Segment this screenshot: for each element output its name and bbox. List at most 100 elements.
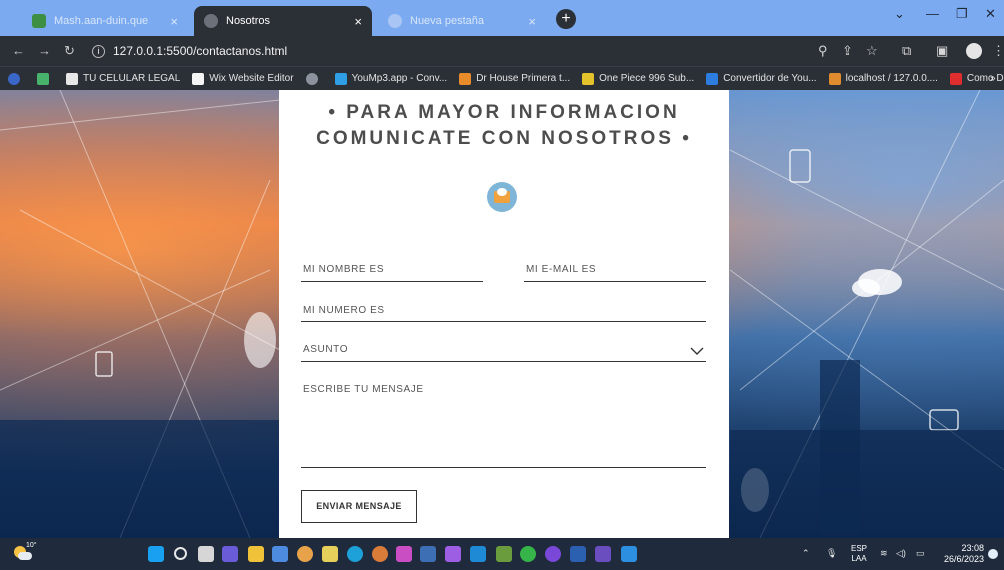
title-line-2: COMUNICATE CON NOSOTROS • — [316, 128, 692, 149]
sidepanel-icon[interactable]: ▣ — [936, 43, 948, 59]
share-icon[interactable]: ⇪ — [842, 43, 853, 59]
clock-time: 23:08 — [961, 543, 984, 553]
tab-close-icon[interactable]: × — [528, 14, 536, 29]
email-field[interactable]: MI E-MAIL ES — [524, 260, 706, 282]
bookmark-label: TU CELULAR LEGAL — [83, 73, 181, 84]
site-info-icon[interactable]: i — [92, 44, 105, 58]
phone-field-label: MI NUMERO ES — [303, 305, 385, 316]
address-bar[interactable]: i 127.0.0.1:5500/contactanos.html — [92, 40, 872, 62]
tab-title: Mash.aan-duin.que — [54, 15, 149, 27]
browser-toolbar: ← → ↻ i 127.0.0.1:5500/contactanos.html … — [0, 36, 1004, 66]
language-indicator[interactable]: ESP LAA — [851, 544, 867, 564]
reload-icon[interactable]: ↻ — [64, 43, 75, 59]
globe-icon — [204, 14, 218, 28]
tab-inactive-1[interactable]: Mash.aan-duin.que × — [22, 6, 188, 36]
tab-inactive-new[interactable]: Nueva pestaña × — [378, 6, 546, 36]
whatsapp-icon[interactable] — [520, 546, 536, 562]
firefox-icon[interactable] — [372, 546, 388, 562]
phone-field[interactable]: MI NUMERO ES — [301, 301, 706, 322]
zoom-icon[interactable]: ⚲ — [818, 43, 828, 59]
title-line-1: • PARA MAYOR INFORMACION — [328, 102, 680, 123]
bookmark-item[interactable]: YouMp3.app - Conv... — [334, 72, 447, 85]
name-field[interactable]: MI NOMBRE ES — [301, 260, 483, 282]
notification-icon[interactable] — [988, 549, 998, 559]
bookmark-item[interactable]: Wix Website Editor — [192, 72, 294, 85]
tab-search-chevron-icon[interactable]: ⌄ — [894, 6, 905, 22]
restore-icon[interactable]: ❐ — [956, 6, 968, 22]
tab-close-icon[interactable]: × — [170, 14, 178, 29]
bookmark-app-icon[interactable] — [8, 72, 25, 85]
converter-icon — [706, 72, 719, 85]
back-icon[interactable]: ← — [12, 43, 25, 58]
tab-close-icon[interactable]: × — [354, 14, 362, 29]
phone-icon — [66, 72, 78, 85]
bookmark-item[interactable]: localhost / 127.0.0.... — [828, 72, 938, 85]
bookmark-label: Convertidor de You... — [723, 73, 817, 84]
arrow-icon — [37, 72, 49, 85]
bookmark-label: localhost / 127.0.0.... — [845, 73, 938, 84]
tab-favicon — [32, 14, 46, 28]
bookmark-star-icon[interactable]: ☆ — [866, 43, 878, 59]
message-textarea[interactable]: ESCRIBE TU MENSAJE — [301, 380, 706, 468]
tab-strip: Mash.aan-duin.que × Nosotros × Nueva pes… — [0, 0, 1004, 36]
weather-widget[interactable]: 10° — [12, 542, 37, 563]
tray-overflow-icon[interactable]: ⌃ — [802, 548, 810, 559]
bookmark-item[interactable]: TU CELULAR LEGAL — [66, 72, 181, 85]
email-field-label: MI E-MAIL ES — [526, 264, 597, 275]
chevron-down-icon[interactable] — [690, 344, 704, 359]
clock-date: 26/6/2023 — [943, 554, 984, 564]
task-view-icon[interactable] — [198, 546, 214, 562]
subject-select[interactable]: ASUNTO — [301, 340, 706, 362]
address-text: 127.0.0.1:5500/contactanos.html — [113, 44, 288, 58]
microphone-icon[interactable]: 🎙 — [826, 548, 837, 559]
menu-kebab-icon[interactable]: ⋮ — [992, 43, 1004, 59]
github-icon[interactable] — [545, 546, 561, 562]
close-window-icon[interactable]: ✕ — [985, 6, 996, 22]
calendar-app-icon[interactable] — [322, 546, 338, 562]
bookmark-item[interactable]: Dr House Primera t... — [459, 72, 570, 85]
bookmarks-overflow-icon[interactable]: » — [990, 73, 996, 84]
tab-title: Nueva pestaña — [410, 15, 484, 27]
network-app-icon[interactable] — [420, 546, 436, 562]
globe-icon — [305, 72, 318, 85]
new-tab-button[interactable]: + — [556, 9, 576, 29]
clock[interactable]: 23:08 26/6/2023 — [938, 543, 984, 565]
edge-icon[interactable] — [347, 546, 363, 562]
profile-avatar-icon[interactable] — [966, 43, 982, 59]
file-explorer-icon[interactable] — [248, 546, 264, 562]
instagram-icon[interactable] — [396, 546, 412, 562]
wifi-icon[interactable]: ≋ — [880, 548, 888, 559]
tab-active-nosotros[interactable]: Nosotros × — [194, 6, 372, 36]
word-icon[interactable] — [570, 546, 586, 562]
bookmark-item[interactable]: One Piece 996 Sub... — [582, 72, 694, 85]
forward-icon[interactable]: → — [38, 43, 51, 58]
battery-icon[interactable]: ▭ — [916, 548, 925, 559]
extensions-icon[interactable]: ⧉ — [902, 43, 911, 59]
notes-app-icon[interactable] — [595, 546, 611, 562]
volume-icon[interactable]: ◁) — [896, 548, 906, 559]
yoump3-icon — [334, 72, 347, 85]
bookmark-item[interactable]: Convertidor de You... — [706, 72, 817, 85]
minecraft-icon[interactable] — [496, 546, 512, 562]
bookmark-arrow-icon[interactable] — [37, 72, 54, 85]
send-message-button[interactable]: ENVIAR MENSAJE — [301, 490, 417, 523]
teams-icon[interactable] — [222, 546, 238, 562]
start-icon[interactable] — [148, 546, 164, 562]
window-app-icon[interactable] — [470, 546, 486, 562]
chrome-icon[interactable] — [297, 546, 313, 562]
language-code: ESP — [851, 544, 868, 553]
bookmark-globe[interactable] — [305, 72, 323, 85]
minimize-icon[interactable]: — — [926, 6, 939, 21]
search-icon[interactable] — [174, 547, 187, 560]
weather-temperature: 10° — [26, 542, 37, 549]
cloud-icon — [18, 552, 32, 560]
page-title: • PARA MAYOR INFORMACION COMUNICATE CON … — [279, 100, 729, 152]
app-circle-icon — [8, 72, 20, 85]
vscode-icon[interactable] — [621, 546, 637, 562]
contact-form-card: • PARA MAYOR INFORMACION COMUNICATE CON … — [279, 90, 729, 538]
store-icon[interactable] — [272, 546, 288, 562]
youtube-icon — [949, 72, 962, 85]
media-app-icon[interactable] — [445, 546, 461, 562]
page-viewport: • PARA MAYOR INFORMACION COMUNICATE CON … — [0, 90, 1004, 538]
folder-icon — [459, 72, 472, 85]
